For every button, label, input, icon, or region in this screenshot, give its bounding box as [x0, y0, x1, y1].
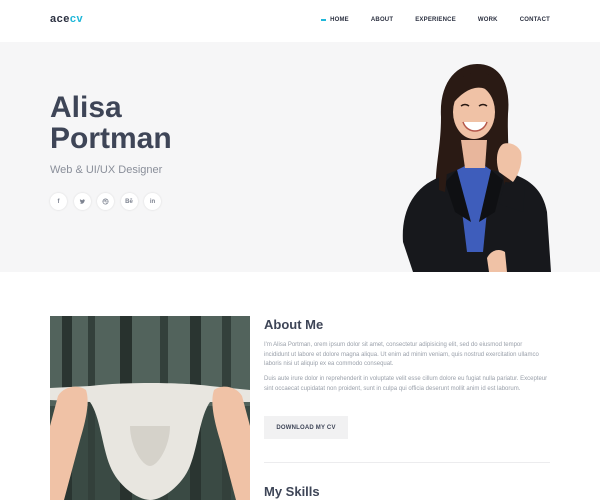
facebook-icon[interactable]: f [50, 193, 67, 210]
nav-item-contact[interactable]: CONTACT [520, 17, 550, 23]
section-divider [264, 462, 550, 463]
skills-heading: My Skills [264, 484, 320, 499]
nav-label: EXPERIENCE [415, 17, 456, 23]
facebook-glyph: f [57, 198, 60, 205]
main-nav: HOME ABOUT EXPERIENCE WORK CONTACT [321, 17, 550, 23]
nav-label: WORK [477, 17, 498, 23]
about-photo [50, 316, 250, 500]
nav-item-work[interactable]: WORK [478, 17, 498, 23]
site-header: acecv HOME ABOUT EXPERIENCE WORK CONTACT [0, 0, 600, 42]
hero-name: Alisa Portman [50, 92, 250, 154]
logo-main: ace [50, 13, 70, 25]
twitter-glyph [79, 199, 85, 204]
twitter-icon[interactable] [73, 193, 91, 210]
nav-label: HOME [330, 17, 349, 23]
behance-glyph: Bē [125, 198, 133, 205]
about-paragraph-1: I'm Alisa Portman, orem ipsum dolor sit … [264, 342, 539, 367]
first-name: Alisa [50, 91, 122, 124]
profile-photo [402, 64, 551, 272]
logo[interactable]: acecv [50, 13, 83, 25]
hero-section: Alisa Portman Web & UI/UX Designer f Bē … [0, 42, 600, 272]
about-heading: About Me [264, 317, 324, 332]
nav-item-about[interactable]: ABOUT [371, 17, 393, 23]
behance-icon[interactable]: Bē [120, 193, 138, 210]
about-paragraph-2: Duis aute irure dolor in reprehenderit i… [264, 376, 548, 392]
linkedin-icon[interactable]: in [144, 193, 161, 210]
nav-item-experience[interactable]: EXPERIENCE [415, 17, 456, 23]
dribbble-icon[interactable] [97, 193, 114, 210]
last-name: Portman [50, 122, 172, 155]
active-indicator [321, 19, 327, 21]
social-links: f Bē in [50, 193, 168, 210]
nav-item-home[interactable]: HOME [321, 17, 349, 23]
dribbble-glyph [102, 198, 109, 205]
nav-label: CONTACT [519, 17, 550, 23]
nav-label: ABOUT [370, 17, 394, 23]
logo-accent: cv [69, 13, 84, 25]
hero-job-title: Web & UI/UX Designer [50, 164, 163, 176]
download-cv-button[interactable]: DOWNLOAD MY CV [264, 416, 348, 439]
linkedin-glyph: in [149, 198, 156, 205]
